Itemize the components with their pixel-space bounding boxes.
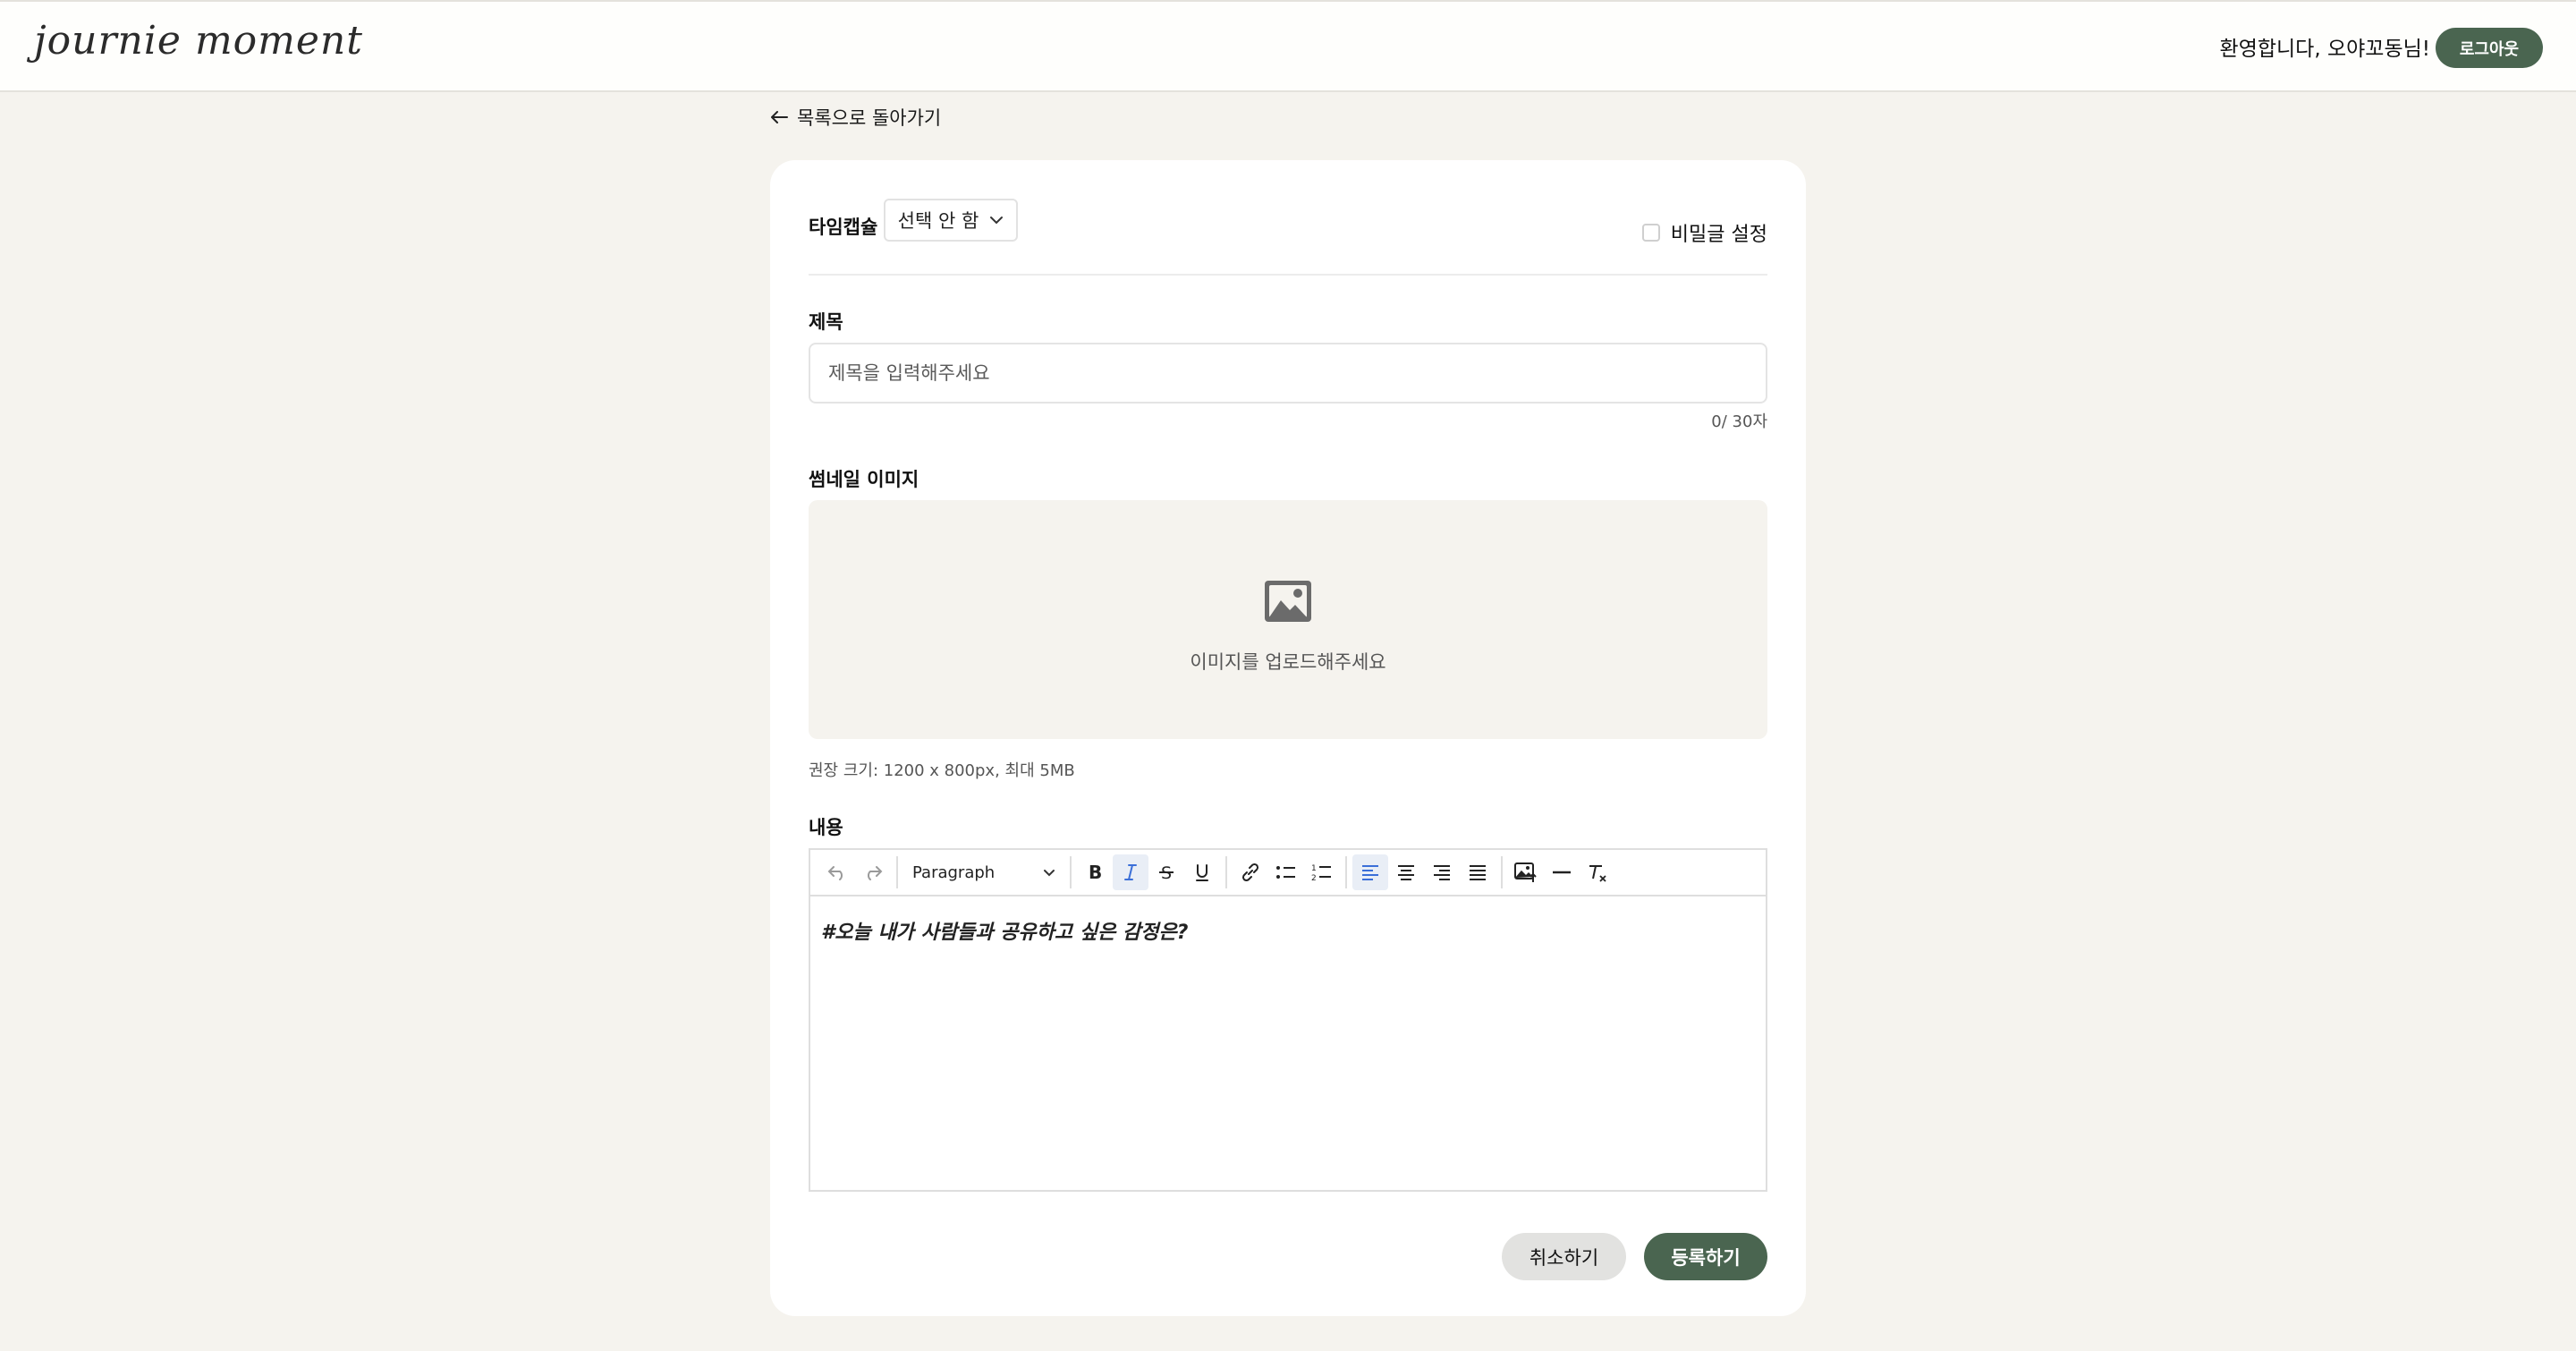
align-justify-icon[interactable] <box>1460 854 1496 890</box>
thumbnail-hint: 권장 크기: 1200 x 800px, 최대 5MB <box>809 761 1075 780</box>
arrow-left-icon <box>770 110 788 124</box>
block-type-select[interactable]: Paragraph <box>903 854 1064 890</box>
block-type-value: Paragraph <box>912 862 996 882</box>
secret-setting[interactable]: 비밀글 설정 <box>1641 218 1767 247</box>
app-logo[interactable]: journie moment <box>34 18 363 64</box>
image-upload-icon[interactable] <box>1508 854 1544 890</box>
secret-checkbox[interactable] <box>1641 224 1660 242</box>
toolbar-divider <box>1345 856 1347 888</box>
editor-content[interactable]: #오늘 내가 사람들과 공유하고 싶은 감정은? <box>810 896 1766 964</box>
align-right-icon[interactable] <box>1424 854 1460 890</box>
strikethrough-icon[interactable]: S <box>1148 854 1184 890</box>
top-header: journie moment 환영합니다, 오야꼬동님! 로그아웃 <box>0 0 2576 92</box>
image-icon <box>1263 579 1313 624</box>
thumbnail-upload-area[interactable]: 이미지를 업로드해주세요 <box>809 500 1767 739</box>
content-label: 내용 <box>809 817 843 838</box>
thumbnail-label: 썸네일 이미지 <box>809 469 919 490</box>
upload-caption: 이미지를 업로드해주세요 <box>1190 651 1386 673</box>
back-to-list-link[interactable]: 목록으로 돌아가기 <box>770 104 941 131</box>
toolbar-divider <box>1225 856 1227 888</box>
redo-icon[interactable] <box>855 854 891 890</box>
title-char-count: 0/ 30자 <box>1711 412 1767 431</box>
align-center-icon[interactable] <box>1388 854 1424 890</box>
svg-text:2: 2 <box>1311 874 1317 882</box>
title-label: 제목 <box>809 311 843 333</box>
horizontal-rule-icon[interactable] <box>1544 854 1580 890</box>
chevron-down-icon <box>1043 869 1055 877</box>
back-link-label: 목록으로 돌아가기 <box>797 107 942 129</box>
write-form-card: 타임캡슐 선택 안 함 비밀글 설정 제목 0/ 30자 썸네일 이미지 이미지… <box>770 160 1806 1316</box>
italic-icon[interactable] <box>1113 854 1148 890</box>
numbered-list-icon[interactable]: 12 <box>1304 854 1340 890</box>
title-input[interactable] <box>809 343 1767 404</box>
svg-text:1: 1 <box>1311 864 1317 873</box>
undo-icon[interactable] <box>819 854 855 890</box>
toolbar-divider <box>896 856 898 888</box>
rich-text-editor: Paragraph B S 1 2 #오늘 내가 사람들과 공유하고 싶은 감정… <box>809 848 1767 1192</box>
editor-toolbar: Paragraph B S 1 2 <box>810 850 1766 896</box>
toolbar-divider <box>1501 856 1503 888</box>
secret-label: 비밀글 설정 <box>1670 224 1767 246</box>
form-options-row: 타임캡슐 선택 안 함 비밀글 설정 <box>809 199 1767 276</box>
align-left-icon[interactable] <box>1352 854 1388 890</box>
underline-icon[interactable] <box>1184 854 1220 890</box>
welcome-message: 환영합니다, 오야꼬동님! <box>2219 38 2430 61</box>
chevron-down-icon <box>989 216 1004 225</box>
clear-format-icon[interactable] <box>1580 854 1615 890</box>
logout-button[interactable]: 로그아웃 <box>2436 28 2543 68</box>
bold-icon[interactable]: B <box>1077 854 1113 890</box>
timecapsule-label: 타임캡슐 <box>809 217 878 238</box>
bullet-list-icon[interactable] <box>1268 854 1304 890</box>
timecapsule-select[interactable]: 선택 안 함 <box>884 199 1018 242</box>
timecapsule-value: 선택 안 함 <box>897 210 979 232</box>
svg-text:B: B <box>1089 862 1102 882</box>
toolbar-divider <box>1070 856 1072 888</box>
cancel-button[interactable]: 취소하기 <box>1502 1233 1626 1280</box>
link-icon[interactable] <box>1233 854 1268 890</box>
submit-button[interactable]: 등록하기 <box>1644 1233 1767 1280</box>
